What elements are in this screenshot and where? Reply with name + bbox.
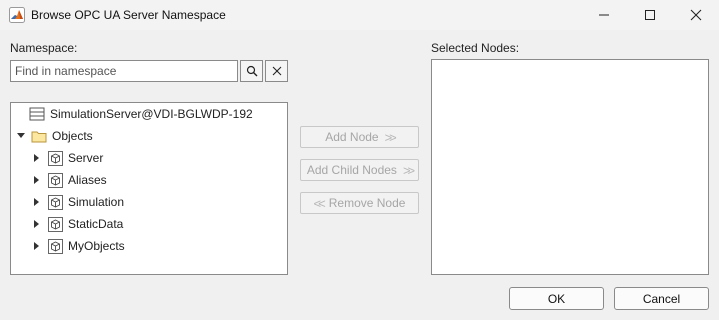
namespace-search-input[interactable] [10, 60, 238, 82]
double-chevron-left-icon: << [313, 195, 326, 211]
tree-node-label: Simulation [68, 195, 125, 209]
tree-node-label: Objects [52, 129, 93, 143]
maximize-button[interactable] [627, 0, 673, 30]
tree-node-label: MyObjects [68, 239, 125, 253]
add-node-label: Add Node [325, 130, 379, 144]
object-cube-icon [47, 150, 63, 166]
add-child-nodes-label: Add Child Nodes [306, 163, 397, 177]
folder-icon [31, 128, 47, 144]
chevron-right-icon[interactable] [31, 240, 43, 252]
add-node-button[interactable]: Add Node >> [300, 126, 419, 148]
chevron-right-icon[interactable] [31, 174, 43, 186]
object-cube-icon [47, 238, 63, 254]
close-icon [272, 66, 281, 76]
close-icon [690, 9, 702, 21]
selected-nodes-label: Selected Nodes: [431, 41, 520, 55]
chevron-right-icon[interactable] [31, 218, 43, 230]
tree-node-simulation[interactable]: Simulation [31, 192, 124, 212]
tree-node-aliases[interactable]: Aliases [31, 170, 107, 190]
chevron-right-icon[interactable] [31, 152, 43, 164]
matlab-logo-icon [9, 7, 25, 23]
clear-search-button[interactable] [265, 60, 288, 82]
chevron-right-icon[interactable] [31, 196, 43, 208]
tree-node-objects[interactable]: Objects [15, 126, 93, 146]
double-chevron-right-icon: >> [402, 162, 415, 178]
tree-node-label: StaticData [68, 217, 124, 231]
maximize-icon [645, 10, 655, 20]
remove-node-button[interactable]: << Remove Node [300, 192, 419, 214]
object-cube-icon [47, 216, 63, 232]
minimize-button[interactable] [581, 0, 627, 30]
selected-nodes-list[interactable] [431, 59, 709, 275]
object-cube-icon [47, 172, 63, 188]
search-icon [246, 65, 257, 77]
tree-node-staticdata[interactable]: StaticData [31, 214, 123, 234]
add-child-nodes-button[interactable]: Add Child Nodes >> [300, 159, 419, 181]
chevron-down-icon[interactable] [15, 130, 27, 142]
tree-node-server-root[interactable]: SimulationServer@VDI-BGLWDP-192 [29, 104, 253, 124]
close-window-button[interactable] [673, 0, 719, 30]
cancel-button[interactable]: Cancel [614, 287, 709, 310]
tree-node-myobjects[interactable]: MyObjects [31, 236, 125, 256]
window-title: Browse OPC UA Server Namespace [31, 8, 226, 22]
double-chevron-right-icon: >> [384, 129, 397, 145]
search-button[interactable] [240, 60, 263, 82]
tree-node-server[interactable]: Server [31, 148, 103, 168]
minimize-icon [599, 14, 609, 16]
remove-node-label: Remove Node [328, 196, 406, 210]
server-icon [29, 106, 45, 122]
namespace-tree[interactable]: SimulationServer@VDI-BGLWDP-192 Objects … [10, 102, 288, 275]
object-cube-icon [47, 194, 63, 210]
ok-button[interactable]: OK [509, 287, 604, 310]
tree-node-label: Server [68, 151, 104, 165]
namespace-label: Namespace: [10, 41, 78, 55]
title-bar: Browse OPC UA Server Namespace [0, 0, 719, 30]
tree-node-label: Aliases [68, 173, 107, 187]
tree-node-label: SimulationServer@VDI-BGLWDP-192 [50, 107, 253, 121]
